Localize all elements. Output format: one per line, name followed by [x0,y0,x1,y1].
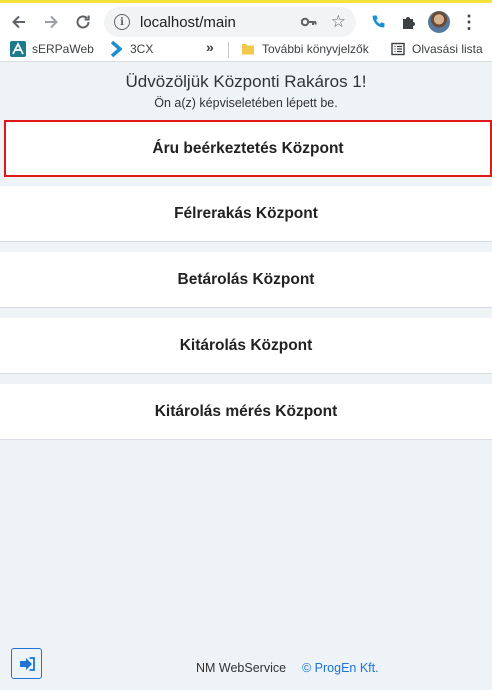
forward-button[interactable] [36,7,66,37]
logout-icon [19,656,35,671]
extensions-puzzle-icon[interactable] [394,7,424,37]
menu-betarolas-button[interactable]: Betárolás Központ [0,252,492,308]
more-bookmarks-button[interactable]: » [206,39,214,55]
menu-label: Félrerakás Központ [174,204,318,222]
browser-menu-icon[interactable]: ⋮ [454,7,484,37]
profile-avatar[interactable] [424,7,454,37]
menu-label: Betárolás Központ [177,270,315,288]
key-icon[interactable] [300,14,317,30]
bookmark-serpaweb[interactable]: sERPaWeb [10,41,94,57]
welcome-subtext: Ön a(z) képviseletében lépett be. [154,96,338,110]
info-icon[interactable]: i [114,14,130,30]
footer-company-link[interactable]: © ProgEn Kft. [302,661,379,675]
phone-extension-icon[interactable] [364,7,394,37]
menu-kitarolas-button[interactable]: Kitárolás Központ [0,318,492,374]
menu-felrerakas-button[interactable]: Félrerakás Központ [0,186,492,242]
chevron-double-icon: » [206,39,214,55]
menu-aru-beerkeztetes-button[interactable]: Áru beérkeztetés Központ [4,120,492,177]
back-button[interactable] [4,7,34,37]
bookmark-other-folder[interactable]: További könyvjelzők [240,41,369,57]
reload-button[interactable] [68,7,98,37]
forward-arrow-icon [45,15,58,29]
reading-list-icon [390,41,406,57]
folder-icon [240,41,256,57]
reload-icon [76,15,90,29]
reading-list-button[interactable]: Olvasási lista [390,41,483,57]
menu-label: Áru beérkeztetés Központ [152,139,344,157]
back-arrow-icon [12,15,25,29]
app-main: Üdvözöljük Központi Rakáros 1! Ön a(z) k… [0,62,492,690]
browser-toolbar: i localhost/main ☆ ⋮ [0,0,492,38]
menu-label: Kitárolás mérés Központ [154,402,338,420]
3cx-chevron-icon [108,41,124,57]
url-text[interactable]: localhost/main [140,14,301,31]
bookmark-3cx[interactable]: 3CX [108,41,153,57]
logout-button[interactable] [11,648,42,679]
footer-service-name: NM WebService [196,661,287,675]
bookmarks-bar: sERPaWeb 3CX » További könyvjelzők Olvas… [0,38,492,62]
bookmark-star-icon[interactable]: ☆ [331,12,346,32]
bookmark-label: 3CX [130,42,154,56]
address-bar[interactable]: i localhost/main ☆ [104,7,356,37]
welcome-heading: Üdvözöljük Központi Rakáros 1! [125,72,367,91]
serpaweb-icon [10,41,26,57]
bookmarks-divider [228,42,229,58]
bookmark-label: sERPaWeb [32,42,94,56]
bookmark-label: További könyvjelzők [262,42,369,56]
bookmark-label: Olvasási lista [412,42,483,56]
menu-kitarolas-meres-button[interactable]: Kitárolás mérés Központ [0,384,492,440]
menu-label: Kitárolás Központ [179,336,313,354]
